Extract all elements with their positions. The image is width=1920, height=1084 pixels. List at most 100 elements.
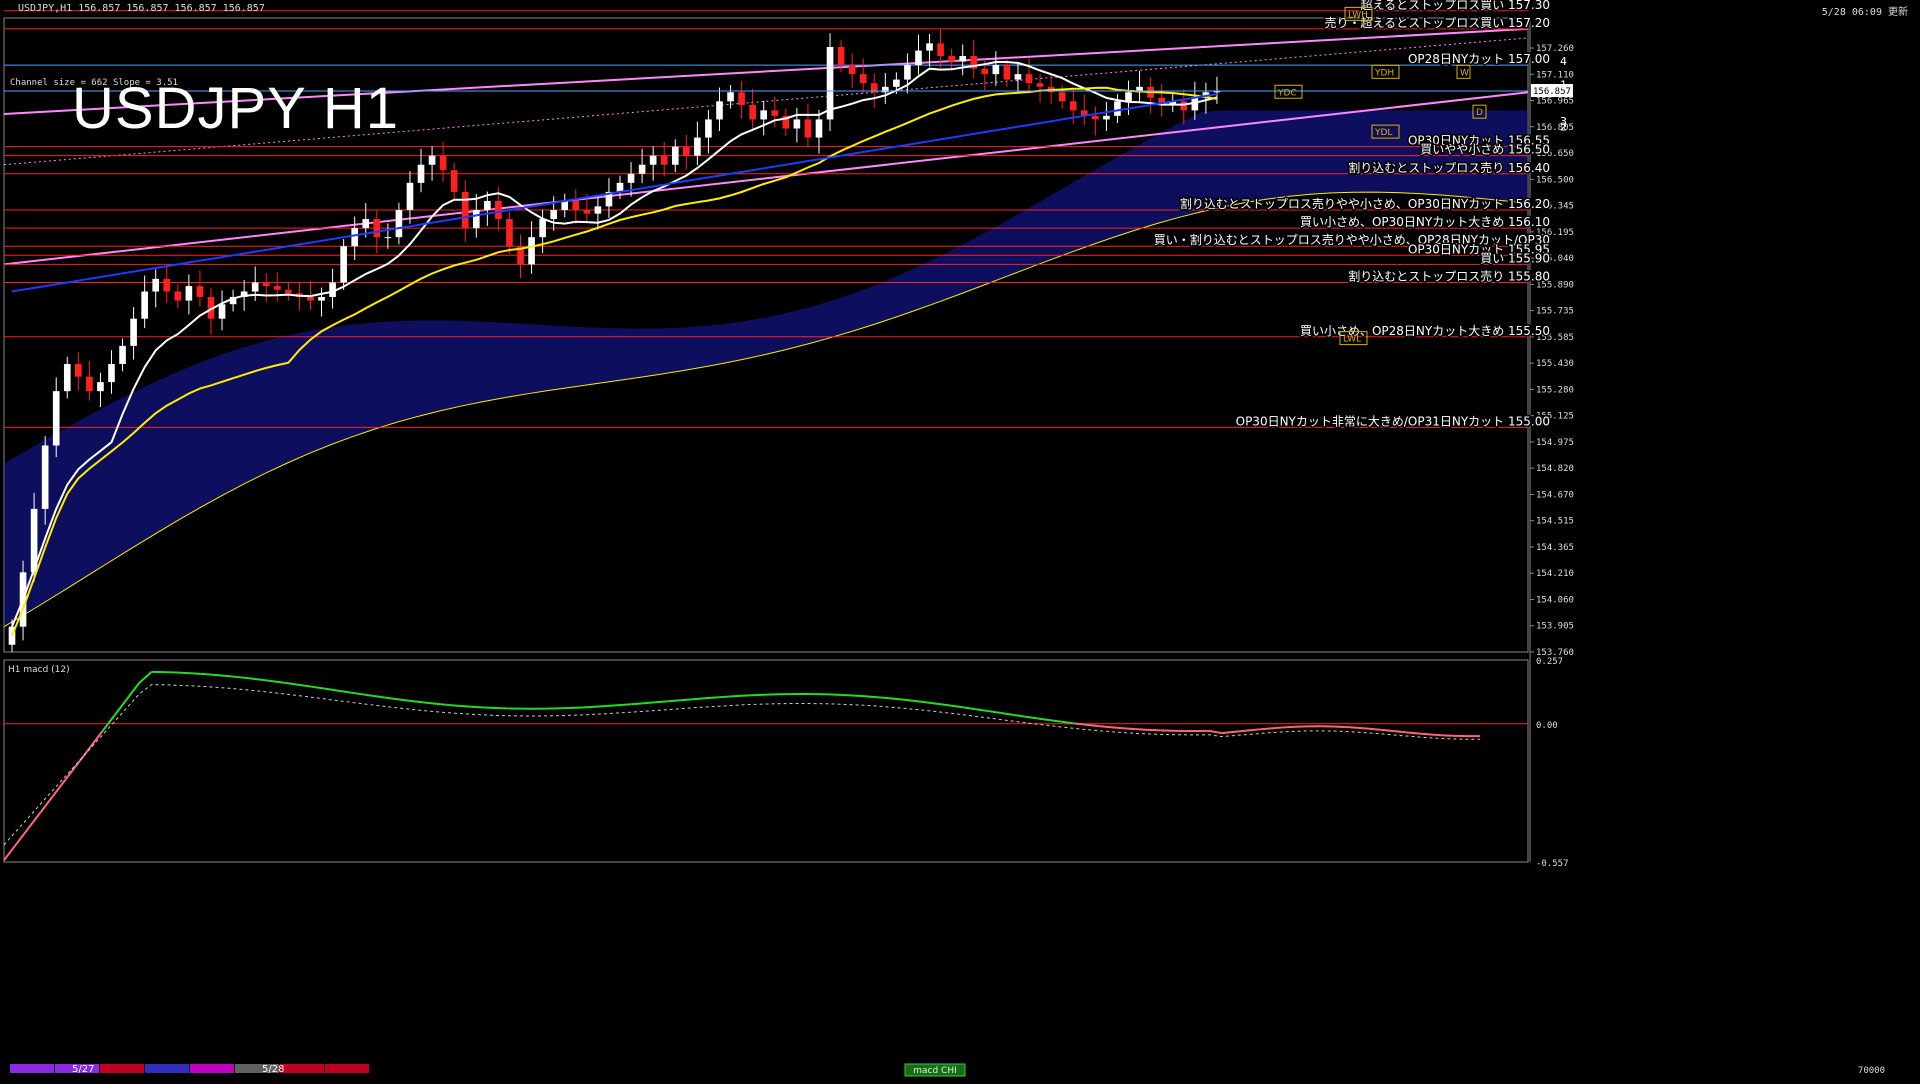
macd-line-segment — [1013, 715, 1025, 717]
macd-line-segment — [459, 706, 471, 707]
macd-line-segment — [398, 699, 410, 701]
chart-svg: 157.260157.110156.965156.805156.650156.5… — [0, 0, 1920, 1080]
macd-line-segment — [1271, 727, 1283, 728]
candle-body — [119, 346, 126, 364]
candle-body — [981, 69, 988, 74]
macd-line-segment — [385, 698, 397, 700]
macd-line-segment — [1136, 729, 1148, 730]
level-label: 買い 155.90 — [1480, 251, 1550, 265]
macd-line-segment — [29, 812, 41, 828]
macd-line-segment — [139, 672, 151, 683]
candle-body — [285, 290, 292, 294]
candle-body — [1180, 101, 1187, 110]
candle-body — [373, 219, 380, 237]
candle-body — [1114, 101, 1121, 115]
price-tick-label: 156.500 — [1536, 175, 1574, 185]
candle-body — [1015, 74, 1022, 79]
level-label: 割り込むとストップロス売り 156.40 — [1348, 160, 1550, 175]
candle-body — [528, 237, 535, 264]
macd-line-segment — [1086, 725, 1098, 726]
candle-body — [937, 43, 944, 56]
macd-line-segment — [66, 763, 78, 779]
macd-line-segment — [287, 683, 299, 685]
candle-body — [484, 201, 491, 210]
macd-line-segment — [1369, 729, 1381, 730]
level-label: 買い小さめ、OP30日NYカット大きめ 156.10 — [1300, 215, 1550, 229]
macd-line-segment — [1246, 729, 1258, 730]
macd-line-segment — [877, 697, 889, 698]
level-label: 割り込むとストップロス売り 155.80 — [1348, 268, 1550, 283]
macd-line-segment — [1283, 727, 1295, 728]
macd-line-segment — [1209, 731, 1221, 733]
candle-body — [495, 201, 502, 219]
tag-ydc: YDC — [1277, 88, 1297, 98]
ichimoku-cloud — [4, 110, 1528, 626]
macd-line-segment — [201, 674, 213, 675]
candle-body — [429, 156, 436, 165]
candle-body — [1059, 92, 1066, 101]
candle-body — [418, 165, 425, 183]
macd-line-segment — [90, 731, 102, 747]
candle-body — [650, 156, 657, 165]
macd-line-segment — [410, 701, 422, 702]
macd-line-segment — [1394, 731, 1406, 732]
macd-line-segment — [348, 692, 360, 694]
candle-body — [263, 282, 270, 286]
macd-line-segment — [189, 673, 201, 674]
candle-body — [473, 210, 480, 228]
session-bar — [145, 1064, 189, 1073]
macd-line-segment — [1123, 728, 1135, 729]
candle-body — [141, 292, 148, 319]
macd-line-segment — [1099, 726, 1111, 727]
macd-line-segment — [41, 796, 53, 812]
macd-line-segment — [668, 700, 680, 701]
session-bar — [190, 1064, 234, 1073]
macd-line-segment — [176, 673, 188, 674]
candle-body — [661, 156, 668, 165]
candle-body — [683, 147, 690, 156]
macd-line-segment — [1443, 735, 1455, 736]
macd-line-segment — [594, 706, 606, 707]
wave-label: 1 — [1560, 79, 1567, 92]
candle-body — [407, 183, 414, 210]
macd-line-segment — [373, 696, 385, 698]
tag-ydh: YDH — [1374, 68, 1394, 78]
macd-line-segment — [582, 707, 594, 708]
candle-body — [672, 147, 679, 165]
symbol-info: USDJPY,H1 156.857 156.857 156.857 156.85… — [18, 3, 265, 14]
macd-axis-label: 0.257 — [1536, 657, 1563, 667]
macd-line-segment — [840, 695, 852, 696]
candle-body — [175, 292, 182, 301]
macd-line-segment — [1382, 730, 1394, 731]
candle-body — [539, 219, 546, 237]
macd-line-segment — [1431, 735, 1443, 736]
candle-body — [451, 170, 458, 192]
macd-axis-label: -0.557 — [1536, 859, 1569, 869]
macd-line-segment — [275, 681, 287, 683]
candle-body — [838, 47, 845, 65]
candle-body — [197, 286, 204, 297]
wave-label: 4 — [1560, 55, 1567, 68]
macd-axis-label: 0.00 — [1536, 721, 1558, 731]
macd-title: H1 macd (12) — [8, 665, 70, 675]
macd-line-segment — [693, 698, 705, 699]
candle-body — [252, 282, 259, 291]
macd-line-segment — [324, 689, 336, 691]
macd-line-segment — [1357, 728, 1369, 729]
candle-body — [948, 56, 955, 61]
macd-line-segment — [988, 711, 1000, 713]
price-tick-label: 154.210 — [1536, 569, 1574, 579]
candle-body — [462, 192, 469, 228]
level-label: OP30日NYカット非常に大きめ/OP31日NYカット 155.00 — [1236, 414, 1550, 428]
macd-signal-line — [4, 685, 1480, 845]
candle-body — [219, 304, 226, 318]
macd-line-segment — [435, 704, 447, 705]
candle-body — [1125, 92, 1132, 101]
price-tick-label: 157.110 — [1536, 70, 1574, 80]
candle-body — [163, 279, 170, 292]
candle-body — [572, 201, 579, 210]
candle-body — [584, 210, 591, 214]
chart-title: USDJPY H1 — [72, 80, 399, 138]
macd-line-segment — [939, 704, 951, 706]
candle-body — [351, 228, 358, 246]
